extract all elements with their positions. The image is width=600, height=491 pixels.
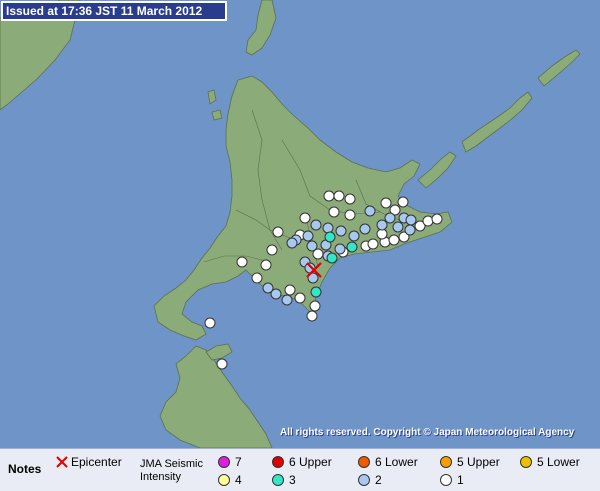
intensity-level-label: 6 Lower [375, 455, 418, 469]
station-marker [333, 190, 345, 202]
rishiri-island [211, 109, 223, 121]
intensity-level-label: 7 [235, 455, 242, 469]
station-marker [384, 212, 396, 224]
station-marker [388, 234, 400, 246]
station-marker [216, 358, 228, 370]
station-marker [405, 214, 417, 226]
epicenter-legend-icon [56, 456, 68, 468]
epicenter-legend-label: Epicenter [71, 455, 122, 469]
station-marker [299, 212, 311, 224]
station-marker [310, 286, 322, 298]
intensity-scale-label-line1: JMA Seismic [140, 458, 203, 470]
station-marker [380, 197, 392, 209]
station-marker [348, 230, 360, 242]
station-marker [404, 224, 416, 236]
station-marker [323, 190, 335, 202]
seismic-intensity-map [0, 0, 600, 490]
station-marker [324, 231, 336, 243]
station-marker [322, 222, 334, 234]
intensity-level-label: 5 Upper [457, 455, 500, 469]
station-marker [204, 317, 216, 329]
station-marker [281, 294, 293, 306]
intensity-level-label: 3 [289, 473, 296, 487]
station-marker [270, 288, 282, 300]
notes-label: Notes [8, 462, 42, 476]
intensity-level-swatch [272, 474, 284, 486]
station-marker [397, 196, 409, 208]
station-marker [306, 240, 318, 252]
station-marker [359, 223, 371, 235]
station-marker [310, 219, 322, 231]
station-marker [344, 193, 356, 205]
station-marker [346, 241, 358, 253]
station-marker [344, 209, 356, 221]
station-marker [422, 215, 434, 227]
intensity-level-label: 1 [457, 473, 464, 487]
station-marker [392, 221, 404, 233]
intensity-level-swatch [440, 474, 452, 486]
station-marker [294, 292, 306, 304]
intensity-level-swatch [358, 456, 370, 468]
intensity-level-swatch [358, 474, 370, 486]
station-marker [236, 256, 248, 268]
station-marker [367, 238, 379, 250]
intensity-level-swatch [520, 456, 532, 468]
station-marker [286, 237, 298, 249]
intensity-level-label: 5 Lower [537, 455, 580, 469]
intensity-level-swatch [218, 456, 230, 468]
intensity-level-swatch [440, 456, 452, 468]
intensity-scale-label-line2: Intensity [140, 471, 181, 483]
legend-panel: Notes Epicenter JMA Seismic Intensity 7 6… [0, 448, 600, 491]
station-marker [309, 300, 321, 312]
station-marker [306, 310, 318, 322]
station-marker [334, 243, 346, 255]
station-marker [284, 284, 296, 296]
station-marker [266, 244, 278, 256]
intensity-level-swatch [272, 456, 284, 468]
intensity-level-swatch [218, 474, 230, 486]
issued-timestamp: Issued at 17:36 JST 11 March 2012 [1, 1, 227, 21]
copyright-notice: All rights reserved. Copyright © Japan M… [280, 427, 575, 438]
station-marker [260, 259, 272, 271]
station-marker [326, 252, 338, 264]
station-marker [302, 230, 314, 242]
station-marker [431, 213, 443, 225]
station-marker [376, 219, 388, 231]
intensity-level-label: 2 [375, 473, 382, 487]
station-marker [251, 272, 263, 284]
intensity-level-label: 6 Upper [289, 455, 332, 469]
intensity-level-label: 4 [235, 473, 242, 487]
station-marker [335, 225, 347, 237]
station-marker [364, 205, 376, 217]
station-marker [272, 226, 284, 238]
station-marker [328, 206, 340, 218]
